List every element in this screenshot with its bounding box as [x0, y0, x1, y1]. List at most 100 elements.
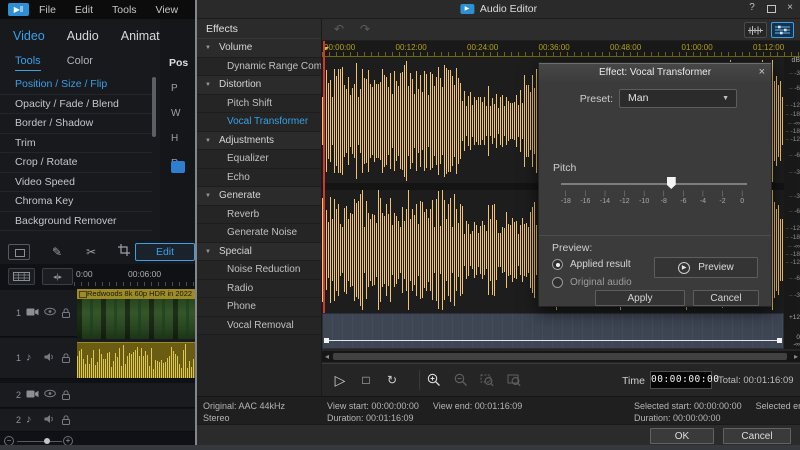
pitch-slider-handle[interactable] [667, 177, 676, 189]
waveform-view-button[interactable] [744, 22, 767, 38]
tool-item[interactable]: Background Remover [0, 212, 152, 232]
clip-audio-waveform[interactable] [77, 342, 195, 378]
maximize-icon[interactable] [767, 5, 776, 13]
clip-video-thumbnail[interactable] [77, 299, 195, 339]
ok-button[interactable]: OK [650, 428, 714, 444]
tool-item[interactable]: Position / Size / Flip [0, 75, 152, 95]
mute-speaker-icon[interactable] [44, 353, 57, 364]
effect-item[interactable]: Radio [197, 280, 321, 299]
lock-icon[interactable] [61, 353, 74, 364]
zoom-in-tool-icon[interactable] [427, 373, 441, 387]
play-button[interactable]: ▷ [330, 371, 350, 389]
preview-button[interactable]: ▶ Preview [654, 257, 758, 278]
track-row-2-audio[interactable]: 2♪ [0, 409, 195, 432]
editor-titlebar[interactable]: ▶ Audio Editor ? × [197, 0, 800, 19]
select-tool-icon[interactable] [8, 244, 30, 260]
tool-item[interactable]: Trim [0, 134, 152, 154]
crop-tool-icon[interactable] [118, 243, 130, 261]
effect-group-adjustments[interactable]: Adjustments [197, 132, 321, 151]
scroll-right-icon[interactable]: ▸ [794, 351, 798, 362]
effect-item[interactable]: Dynamic Range Compression [197, 58, 321, 77]
effect-item[interactable]: Equalizer [197, 150, 321, 169]
track-row-2-video[interactable]: 2 [0, 383, 195, 408]
apply-button[interactable]: Apply [595, 290, 685, 306]
tool-list-scrollbar[interactable] [152, 77, 156, 137]
envelope-handle-right[interactable] [777, 338, 782, 343]
visibility-eye-icon[interactable] [44, 390, 57, 401]
menu-item-tools[interactable]: Tools [112, 4, 137, 16]
scrollbar-thumb[interactable] [333, 353, 787, 360]
help-icon[interactable]: ? [744, 2, 760, 13]
clip-title[interactable]: Redwoods 8k 60p HDR in 2022 [77, 289, 195, 299]
zoom-slider-track[interactable] [17, 441, 62, 442]
radio-original-audio[interactable]: Original audio [552, 277, 632, 288]
radio-off-icon[interactable] [552, 277, 563, 288]
mini-ruler-label-0: 0:00 [76, 269, 93, 279]
radio-on-icon[interactable] [552, 259, 563, 270]
effect-group-special[interactable]: Special [197, 243, 321, 262]
effect-item[interactable]: Echo [197, 169, 321, 188]
lock-icon[interactable] [61, 308, 74, 319]
playhead-line[interactable] [323, 41, 325, 313]
menu-item-view[interactable]: View [156, 4, 179, 16]
pitch-slider-track[interactable] [561, 183, 747, 185]
mute-speaker-icon[interactable] [44, 415, 57, 426]
zoom-fit-icon[interactable] [507, 373, 521, 387]
editor-time-ruler[interactable]: 00:00:0000:12:0000:24:0000:36:0000:48:00… [322, 41, 800, 57]
pitch-tick-scale: -18-16-14-12-10-8-6-4-20 [556, 191, 752, 205]
tool-item[interactable]: Border / Shadow [0, 114, 152, 134]
trim-split-icon[interactable]: ◂|▸ [42, 268, 73, 285]
loop-button[interactable]: ↻ [382, 371, 402, 389]
tool-item[interactable]: Video Speed [0, 173, 152, 193]
effect-item[interactable]: Reverb [197, 206, 321, 225]
effect-item[interactable]: Vocal Removal [197, 317, 321, 336]
effect-item[interactable]: Vocal Transformer [197, 113, 321, 132]
effect-item[interactable]: Pitch Shift [197, 95, 321, 114]
menu-item-file[interactable]: File [39, 4, 56, 16]
menu-item-edit[interactable]: Edit [75, 4, 93, 16]
subtab-color[interactable]: Color [67, 55, 93, 71]
tool-item[interactable]: Crop / Rotate [0, 153, 152, 173]
tab-audio[interactable]: Audio [67, 29, 99, 43]
zoom-out-tool-icon[interactable] [454, 373, 468, 387]
editor-cancel-button[interactable]: Cancel [723, 428, 791, 444]
lock-icon[interactable] [61, 415, 74, 426]
envelope-handle-left[interactable] [324, 338, 329, 343]
close-window-icon[interactable]: × [782, 2, 798, 13]
preset-dropdown[interactable]: Man ▼ [619, 89, 737, 108]
effect-item[interactable]: Noise Reduction [197, 261, 321, 280]
envelope-line[interactable] [326, 340, 780, 341]
effect-item[interactable]: Phone [197, 298, 321, 317]
storyboard-view-icon[interactable] [8, 268, 35, 285]
radio-applied-result[interactable]: Applied result [552, 259, 631, 270]
stop-button[interactable]: □ [356, 371, 376, 389]
split-scissors-icon[interactable]: ✂ [86, 246, 96, 258]
dialog-close-icon[interactable]: × [759, 66, 765, 78]
design-tool-icon[interactable]: ✎ [52, 246, 62, 258]
tool-item[interactable]: Opacity / Fade / Blend [0, 95, 152, 115]
effect-group-volume[interactable]: Volume [197, 39, 321, 58]
subtab-tools[interactable]: Tools [15, 55, 41, 71]
visibility-eye-icon[interactable] [44, 308, 57, 319]
effect-group-generate[interactable]: Generate [197, 187, 321, 206]
redo-icon[interactable]: ↷ [360, 22, 370, 36]
mixer-view-button[interactable] [771, 22, 794, 38]
tool-item[interactable]: Chroma Key [0, 192, 152, 212]
volume-envelope-strip[interactable] [322, 313, 784, 349]
dialog-cancel-button[interactable]: Cancel [693, 290, 759, 306]
view-end: View end: 00:01:16:09 [433, 401, 522, 411]
time-display[interactable]: 00:00:00:00 [650, 371, 712, 389]
edit-button[interactable]: Edit [135, 243, 195, 261]
horizontal-scrollbar[interactable]: ◂ ▸ [322, 351, 800, 362]
lock-icon[interactable] [61, 390, 74, 401]
effect-group-distortion[interactable]: Distortion [197, 76, 321, 95]
audio-track-icon: ♪ [26, 353, 39, 364]
tab-video[interactable]: Video [13, 29, 45, 43]
zoom-slider-handle[interactable] [44, 438, 50, 444]
dialog-titlebar[interactable]: Effect: Vocal Transformer × [539, 63, 771, 81]
zoom-selection-icon[interactable] [480, 373, 494, 387]
effect-item[interactable]: Generate Noise [197, 224, 321, 243]
scroll-left-icon[interactable]: ◂ [325, 351, 329, 362]
total-duration-label: Total: 00:01:16:09 [718, 375, 794, 386]
undo-icon[interactable]: ↶ [334, 22, 344, 36]
